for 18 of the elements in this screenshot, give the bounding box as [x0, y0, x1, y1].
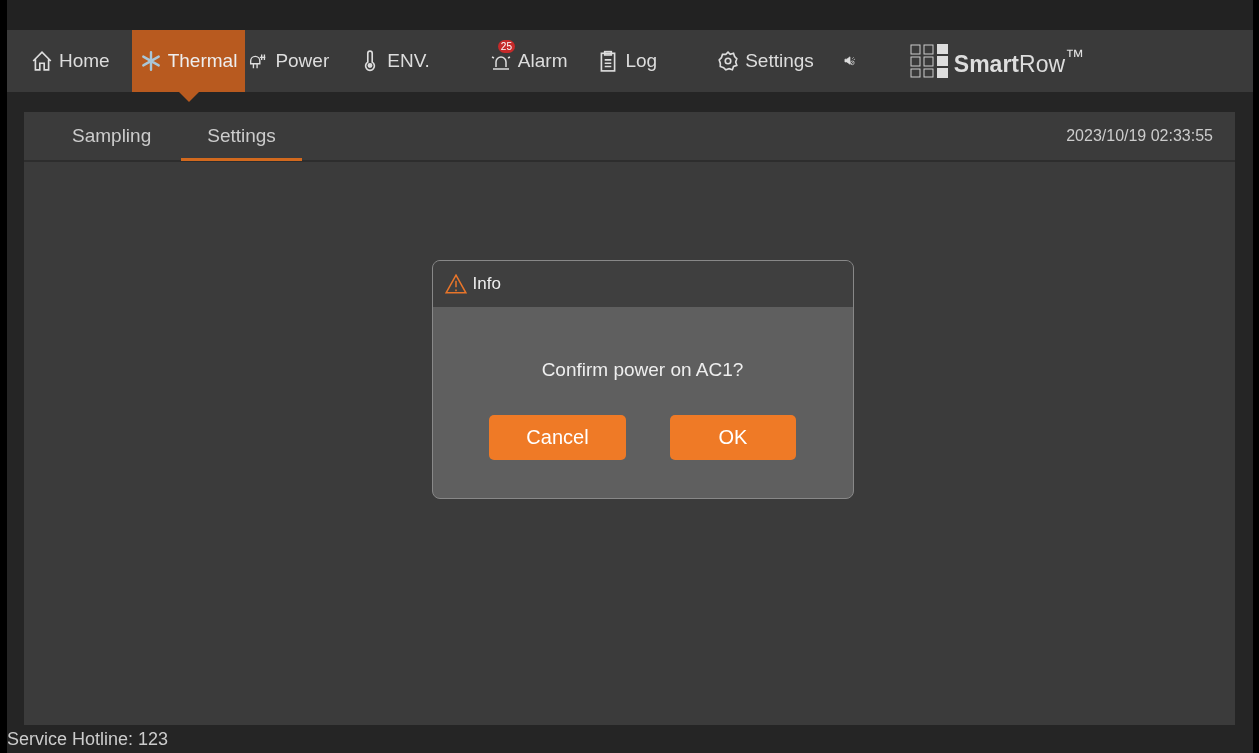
home-icon: [31, 50, 53, 72]
sub-tab[interactable]: Settings: [181, 113, 302, 161]
nav-tab[interactable]: Log: [589, 30, 666, 92]
snowflake-icon: [139, 50, 162, 72]
nav-tab[interactable]: 25 Alarm: [481, 30, 576, 92]
nav-tab[interactable]: ENV.: [351, 30, 438, 92]
sub-tab[interactable]: Sampling: [46, 113, 178, 161]
alarm-count-badge: 25: [497, 40, 515, 53]
logo: SmartRow$^{™}$: [909, 44, 1085, 78]
nav-tab[interactable]: Power: [245, 30, 338, 92]
warning-icon: [444, 274, 467, 294]
nav-tab[interactable]: Settings: [709, 30, 822, 92]
dialog-title: Info: [472, 274, 501, 294]
settings-icon: [717, 50, 740, 72]
dialog-message: Confirm power on AC1?: [540, 359, 745, 381]
service-hotline: Service Hotline: 123: [7, 728, 170, 751]
date-time: 2023/10/19 02:33:55: [1066, 127, 1213, 145]
nav-tab[interactable]: Home: [23, 30, 118, 92]
